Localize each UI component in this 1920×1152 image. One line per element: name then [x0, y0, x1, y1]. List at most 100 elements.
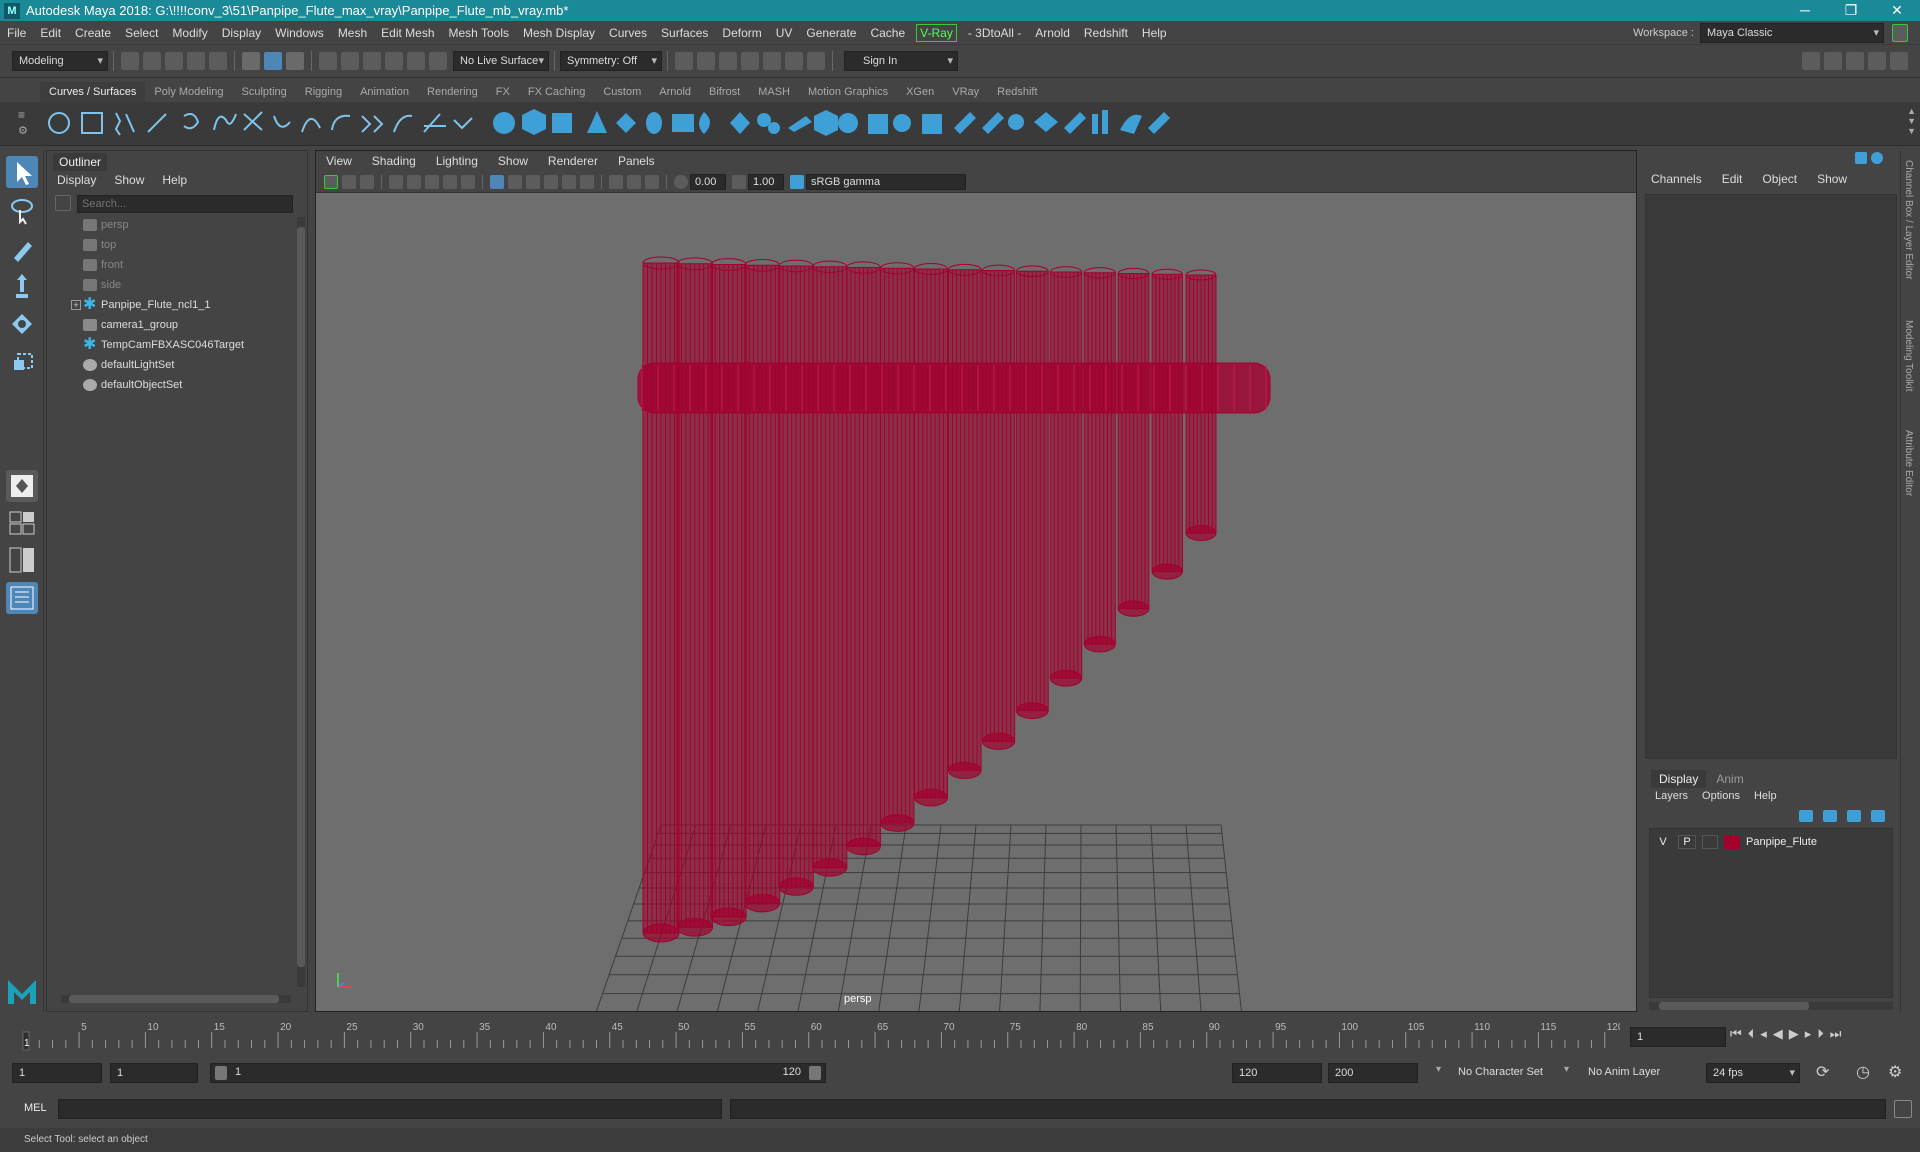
menu-uv[interactable]: UV [769, 21, 800, 45]
viewport-3d-scene[interactable] [316, 193, 1636, 1011]
close-button[interactable]: ✕ [1874, 0, 1920, 21]
lock-icon[interactable] [1892, 24, 1908, 42]
snap-grid-icon[interactable] [319, 52, 337, 70]
character-set-dropdown-icon[interactable]: ▾ [1436, 1064, 1441, 1075]
shelf-settings-icon[interactable]: ⚙ [18, 124, 28, 137]
outliner-menu-help[interactable]: Help [162, 173, 187, 187]
character-controls-icon[interactable] [1824, 52, 1842, 70]
color-management-icon[interactable] [790, 174, 804, 189]
xray-joints-icon[interactable] [645, 174, 659, 189]
lights-icon[interactable] [562, 174, 576, 189]
modeling-toolkit-icon[interactable] [1802, 52, 1820, 70]
shadows-icon[interactable] [580, 174, 594, 189]
menu-file[interactable]: File [0, 21, 33, 45]
move-layer-up-icon[interactable] [1799, 810, 1813, 822]
menu-redshift[interactable]: Redshift [1077, 21, 1135, 45]
side-tab-modeling-toolkit[interactable]: Modeling Toolkit [1903, 320, 1914, 392]
scrollbar-thumb[interactable] [1659, 1002, 1809, 1010]
layer-name[interactable]: Panpipe_Flute [1746, 836, 1817, 848]
sign-in-button[interactable]: Sign In [844, 51, 958, 71]
shelf-menu-icon[interactable]: ≡ [18, 108, 25, 122]
outliner-item-camera1-group[interactable]: camera1_group [57, 315, 287, 335]
range-slider-start-handle[interactable] [215, 1066, 227, 1080]
go-to-start-icon[interactable]: ⏮ [1730, 1026, 1742, 1042]
layer-menu-layers[interactable]: Layers [1655, 790, 1688, 802]
outliner-menu-show[interactable]: Show [114, 173, 144, 187]
safe-title-icon[interactable] [461, 174, 475, 189]
resolution-gate-icon[interactable] [425, 174, 439, 189]
play-forward-icon[interactable]: ▶ [1789, 1026, 1799, 1042]
outliner-item-top[interactable]: top [57, 235, 287, 255]
workspace-dropdown[interactable]: Maya Classic [1700, 23, 1884, 43]
menu-help[interactable]: Help [1135, 21, 1174, 45]
select-object-icon[interactable] [264, 52, 282, 70]
side-tab-channel-box[interactable]: Channel Box / Layer Editor [1903, 160, 1914, 280]
shelf-tab-poly-modeling[interactable]: Poly Modeling [145, 82, 232, 102]
playback-start-field[interactable]: 1 [110, 1063, 198, 1083]
step-back-frame-icon[interactable]: ◂ [1760, 1026, 1767, 1042]
shelf-tab-animation[interactable]: Animation [351, 82, 418, 102]
range-slider-end-handle[interactable] [809, 1066, 821, 1080]
go-to-end-icon[interactable]: ⏭ [1830, 1026, 1842, 1042]
fps-dropdown[interactable]: 24 fps [1706, 1063, 1800, 1083]
menu-cache[interactable]: Cache [863, 21, 912, 45]
menu-deform[interactable]: Deform [715, 21, 768, 45]
step-forward-frame-icon[interactable]: ▸ [1805, 1026, 1812, 1042]
single-perspective-layout-icon[interactable] [6, 470, 38, 502]
shelf-tab-fx-caching[interactable]: FX Caching [519, 82, 594, 102]
shelf-tab-custom[interactable]: Custom [594, 82, 650, 102]
persp-outliner-layout-icon[interactable] [6, 544, 38, 576]
layer-type-toggle[interactable] [1702, 835, 1718, 849]
tool-settings-icon[interactable] [1868, 52, 1886, 70]
scale-tool-icon[interactable] [6, 346, 38, 378]
animation-start-field[interactable]: 1 [12, 1063, 102, 1083]
snap-point-icon[interactable] [363, 52, 381, 70]
undo-icon[interactable] [187, 52, 205, 70]
script-language-label[interactable]: MEL [24, 1102, 47, 1114]
playback-end-field[interactable]: 120 [1232, 1063, 1322, 1083]
vray-render-icon[interactable] [785, 52, 803, 70]
bookmark-icon[interactable] [342, 174, 356, 189]
anim-layer-dropdown-icon[interactable]: ▾ [1564, 1064, 1569, 1075]
open-scene-icon[interactable] [143, 52, 161, 70]
render-view-icon[interactable] [675, 52, 693, 70]
side-tab-attribute-editor[interactable]: Attribute Editor [1903, 430, 1914, 496]
menu-display[interactable]: Display [215, 21, 268, 45]
outliner-item-persp[interactable]: persp [57, 215, 287, 235]
outliner-item-side[interactable]: side [57, 275, 287, 295]
viewport-menu-shading[interactable]: Shading [362, 151, 426, 171]
shelf-tab-fx[interactable]: FX [487, 82, 519, 102]
four-view-layout-icon[interactable] [6, 508, 38, 538]
menu-curves[interactable]: Curves [602, 21, 654, 45]
menu-mesh-tools[interactable]: Mesh Tools [442, 21, 516, 45]
gamma-icon[interactable] [732, 174, 746, 189]
outliner-item-front[interactable]: front [57, 255, 287, 275]
exposure-icon[interactable] [674, 174, 688, 189]
new-layer-selected-icon[interactable] [1871, 810, 1885, 822]
shelf-tab-vray[interactable]: VRay [943, 82, 988, 102]
shelf-tab-rigging[interactable]: Rigging [296, 82, 351, 102]
shelf-tab-motion-graphics[interactable]: Motion Graphics [799, 82, 897, 102]
filter-icon[interactable] [55, 195, 71, 211]
channel-box-icon[interactable] [1890, 52, 1908, 70]
exposure-field[interactable]: 0.00 [690, 173, 726, 190]
paint-select-tool-icon[interactable] [6, 232, 38, 264]
scrollbar-thumb[interactable] [297, 227, 305, 967]
scrollbar-thumb[interactable] [69, 995, 279, 1003]
current-frame-field[interactable]: 1 [1630, 1027, 1726, 1047]
script-editor-icon[interactable] [1894, 1100, 1912, 1118]
menu-3dtoall[interactable]: - 3DtoAll - [961, 21, 1028, 45]
channel-box-icon[interactable] [1855, 152, 1867, 164]
snap-surface-icon[interactable] [407, 52, 425, 70]
time-slider[interactable]: 5 10 15 20 25 30 35 40 45 50 55 60 65 70 75 80 85 90 95 100… [20, 1018, 1620, 1052]
character-set-field[interactable]: No Character Set [1458, 1066, 1543, 1078]
shelf-scroll-icon[interactable]: ▲ ▼ ▼ [1907, 106, 1916, 136]
gamma-field[interactable]: 1.00 [748, 173, 784, 190]
new-empty-layer-icon[interactable] [1847, 810, 1861, 822]
outliner-menu-display[interactable]: Display [57, 173, 96, 187]
menu-edit[interactable]: Edit [33, 21, 68, 45]
outliner-search-input[interactable] [77, 195, 293, 213]
command-input[interactable] [58, 1099, 722, 1119]
menu-modify[interactable]: Modify [165, 21, 214, 45]
shelf-tab-arnold[interactable]: Arnold [650, 82, 700, 102]
